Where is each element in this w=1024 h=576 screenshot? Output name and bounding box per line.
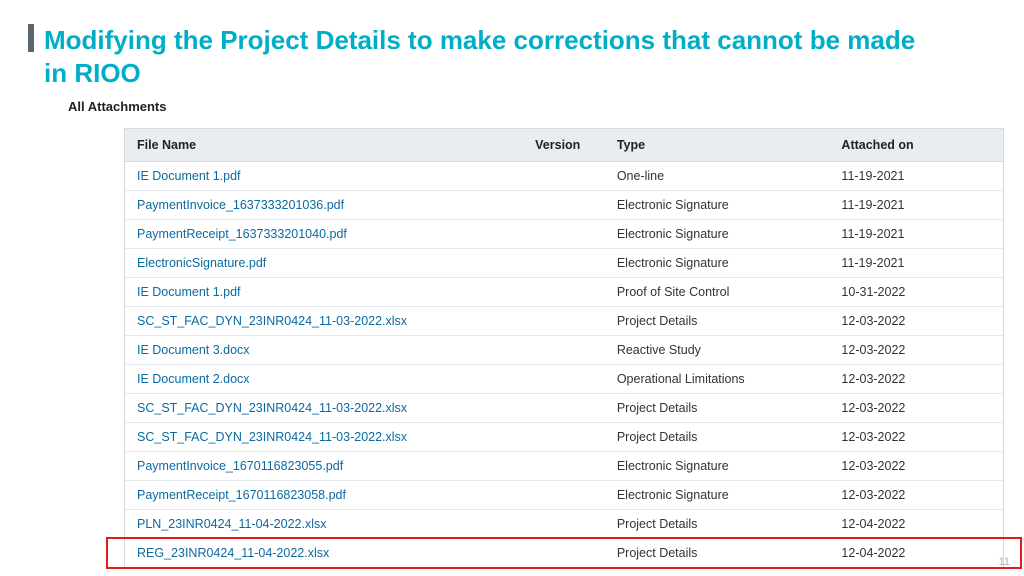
cell-type: Operational Limitations — [605, 365, 830, 394]
cell-type: Electronic Signature — [605, 452, 830, 481]
cell-type: Reactive Study — [605, 336, 830, 365]
cell-date: 12-03-2022 — [829, 423, 1003, 452]
table-row: IE Document 3.docx Reactive Study12-03-20… — [125, 336, 1003, 365]
cell-date: 10-31-2022 — [829, 278, 1003, 307]
file-link[interactable]: IE Document 3.docx — [137, 343, 250, 357]
cell-date: 11-19-2021 — [829, 191, 1003, 220]
file-link[interactable]: IE Document 1.pdf — [137, 169, 241, 183]
table-row: SC_ST_FAC_DYN_23INR0424_11-03-2022.xlsx P… — [125, 307, 1003, 336]
file-link[interactable]: PLN_23INR0424_11-04-2022.xlsx — [137, 517, 326, 531]
cell-date: 12-03-2022 — [829, 336, 1003, 365]
file-link[interactable]: PaymentReceipt_1670116823058.pdf — [137, 488, 346, 502]
cell-type: Project Details — [605, 394, 830, 423]
cell-version — [523, 423, 605, 452]
table-row: REG_23INR0424_11-04-2022.xlsx Project Det… — [125, 539, 1003, 568]
cell-version — [523, 278, 605, 307]
cell-version — [523, 220, 605, 249]
cell-type: Project Details — [605, 510, 830, 539]
cell-version — [523, 307, 605, 336]
cell-type: Project Details — [605, 539, 830, 568]
page-number: 11 — [999, 556, 1010, 568]
cell-type: Proof of Site Control — [605, 278, 830, 307]
cell-type: Electronic Signature — [605, 249, 830, 278]
cell-type: Electronic Signature — [605, 481, 830, 510]
table-row: SC_ST_FAC_DYN_23INR0424_11-03-2022.xlsx P… — [125, 423, 1003, 452]
title-accent-bar — [28, 24, 34, 52]
cell-version — [523, 452, 605, 481]
file-link[interactable]: PaymentInvoice_1637333201036.pdf — [137, 198, 344, 212]
cell-date: 11-19-2021 — [829, 220, 1003, 249]
cell-date: 12-03-2022 — [829, 365, 1003, 394]
table-row: PaymentInvoice_1670116823055.pdf Electron… — [125, 452, 1003, 481]
cell-version — [523, 510, 605, 539]
col-header-type: Type — [605, 129, 830, 162]
file-link[interactable]: REG_23INR0424_11-04-2022.xlsx — [137, 546, 329, 560]
cell-version — [523, 336, 605, 365]
table-row: ElectronicSignature.pdf Electronic Signat… — [125, 249, 1003, 278]
cell-date: 12-03-2022 — [829, 307, 1003, 336]
cell-version — [523, 249, 605, 278]
table-row: PaymentReceipt_1670116823058.pdf Electron… — [125, 481, 1003, 510]
cell-date: 12-04-2022 — [829, 539, 1003, 568]
cell-version — [523, 394, 605, 423]
file-link[interactable]: PaymentInvoice_1670116823055.pdf — [137, 459, 343, 473]
file-link[interactable]: IE Document 1.pdf — [137, 285, 241, 299]
cell-version — [523, 365, 605, 394]
cell-version — [523, 539, 605, 568]
cell-type: Electronic Signature — [605, 191, 830, 220]
cell-version — [523, 191, 605, 220]
cell-date: 12-04-2022 — [829, 510, 1003, 539]
col-header-attached-on: Attached on — [829, 129, 1003, 162]
cell-version — [523, 162, 605, 191]
table-row: IE Document 1.pdf One-line11-19-2021 — [125, 162, 1003, 191]
cell-type: Project Details — [605, 423, 830, 452]
file-link[interactable]: SC_ST_FAC_DYN_23INR0424_11-03-2022.xlsx — [137, 401, 407, 415]
table-row: PaymentReceipt_1637333201040.pdf Electron… — [125, 220, 1003, 249]
attachments-table-container: File Name Version Type Attached on IE Do… — [124, 128, 1004, 568]
table-row: PLN_23INR0424_11-04-2022.xlsx Project Det… — [125, 510, 1003, 539]
file-link[interactable]: PaymentReceipt_1637333201040.pdf — [137, 227, 347, 241]
table-row: SC_ST_FAC_DYN_23INR0424_11-03-2022.xlsx P… — [125, 394, 1003, 423]
cell-date: 12-03-2022 — [829, 452, 1003, 481]
section-label: All Attachments — [68, 99, 166, 114]
file-link[interactable]: IE Document 2.docx — [137, 372, 250, 386]
file-link[interactable]: SC_ST_FAC_DYN_23INR0424_11-03-2022.xlsx — [137, 430, 407, 444]
cell-type: Project Details — [605, 307, 830, 336]
cell-version — [523, 481, 605, 510]
cell-date: 12-03-2022 — [829, 394, 1003, 423]
cell-date: 12-03-2022 — [829, 481, 1003, 510]
attachments-table: File Name Version Type Attached on IE Do… — [125, 129, 1003, 567]
file-link[interactable]: ElectronicSignature.pdf — [137, 256, 266, 270]
col-header-version: Version — [523, 129, 605, 162]
page-title: Modifying the Project Details to make co… — [44, 24, 944, 89]
table-row: IE Document 2.docx Operational Limitation… — [125, 365, 1003, 394]
cell-type: One-line — [605, 162, 830, 191]
file-link[interactable]: SC_ST_FAC_DYN_23INR0424_11-03-2022.xlsx — [137, 314, 407, 328]
table-row: PaymentInvoice_1637333201036.pdf Electron… — [125, 191, 1003, 220]
table-row: IE Document 1.pdf Proof of Site Control10… — [125, 278, 1003, 307]
cell-date: 11-19-2021 — [829, 249, 1003, 278]
cell-date: 11-19-2021 — [829, 162, 1003, 191]
cell-type: Electronic Signature — [605, 220, 830, 249]
col-header-file-name: File Name — [125, 129, 523, 162]
